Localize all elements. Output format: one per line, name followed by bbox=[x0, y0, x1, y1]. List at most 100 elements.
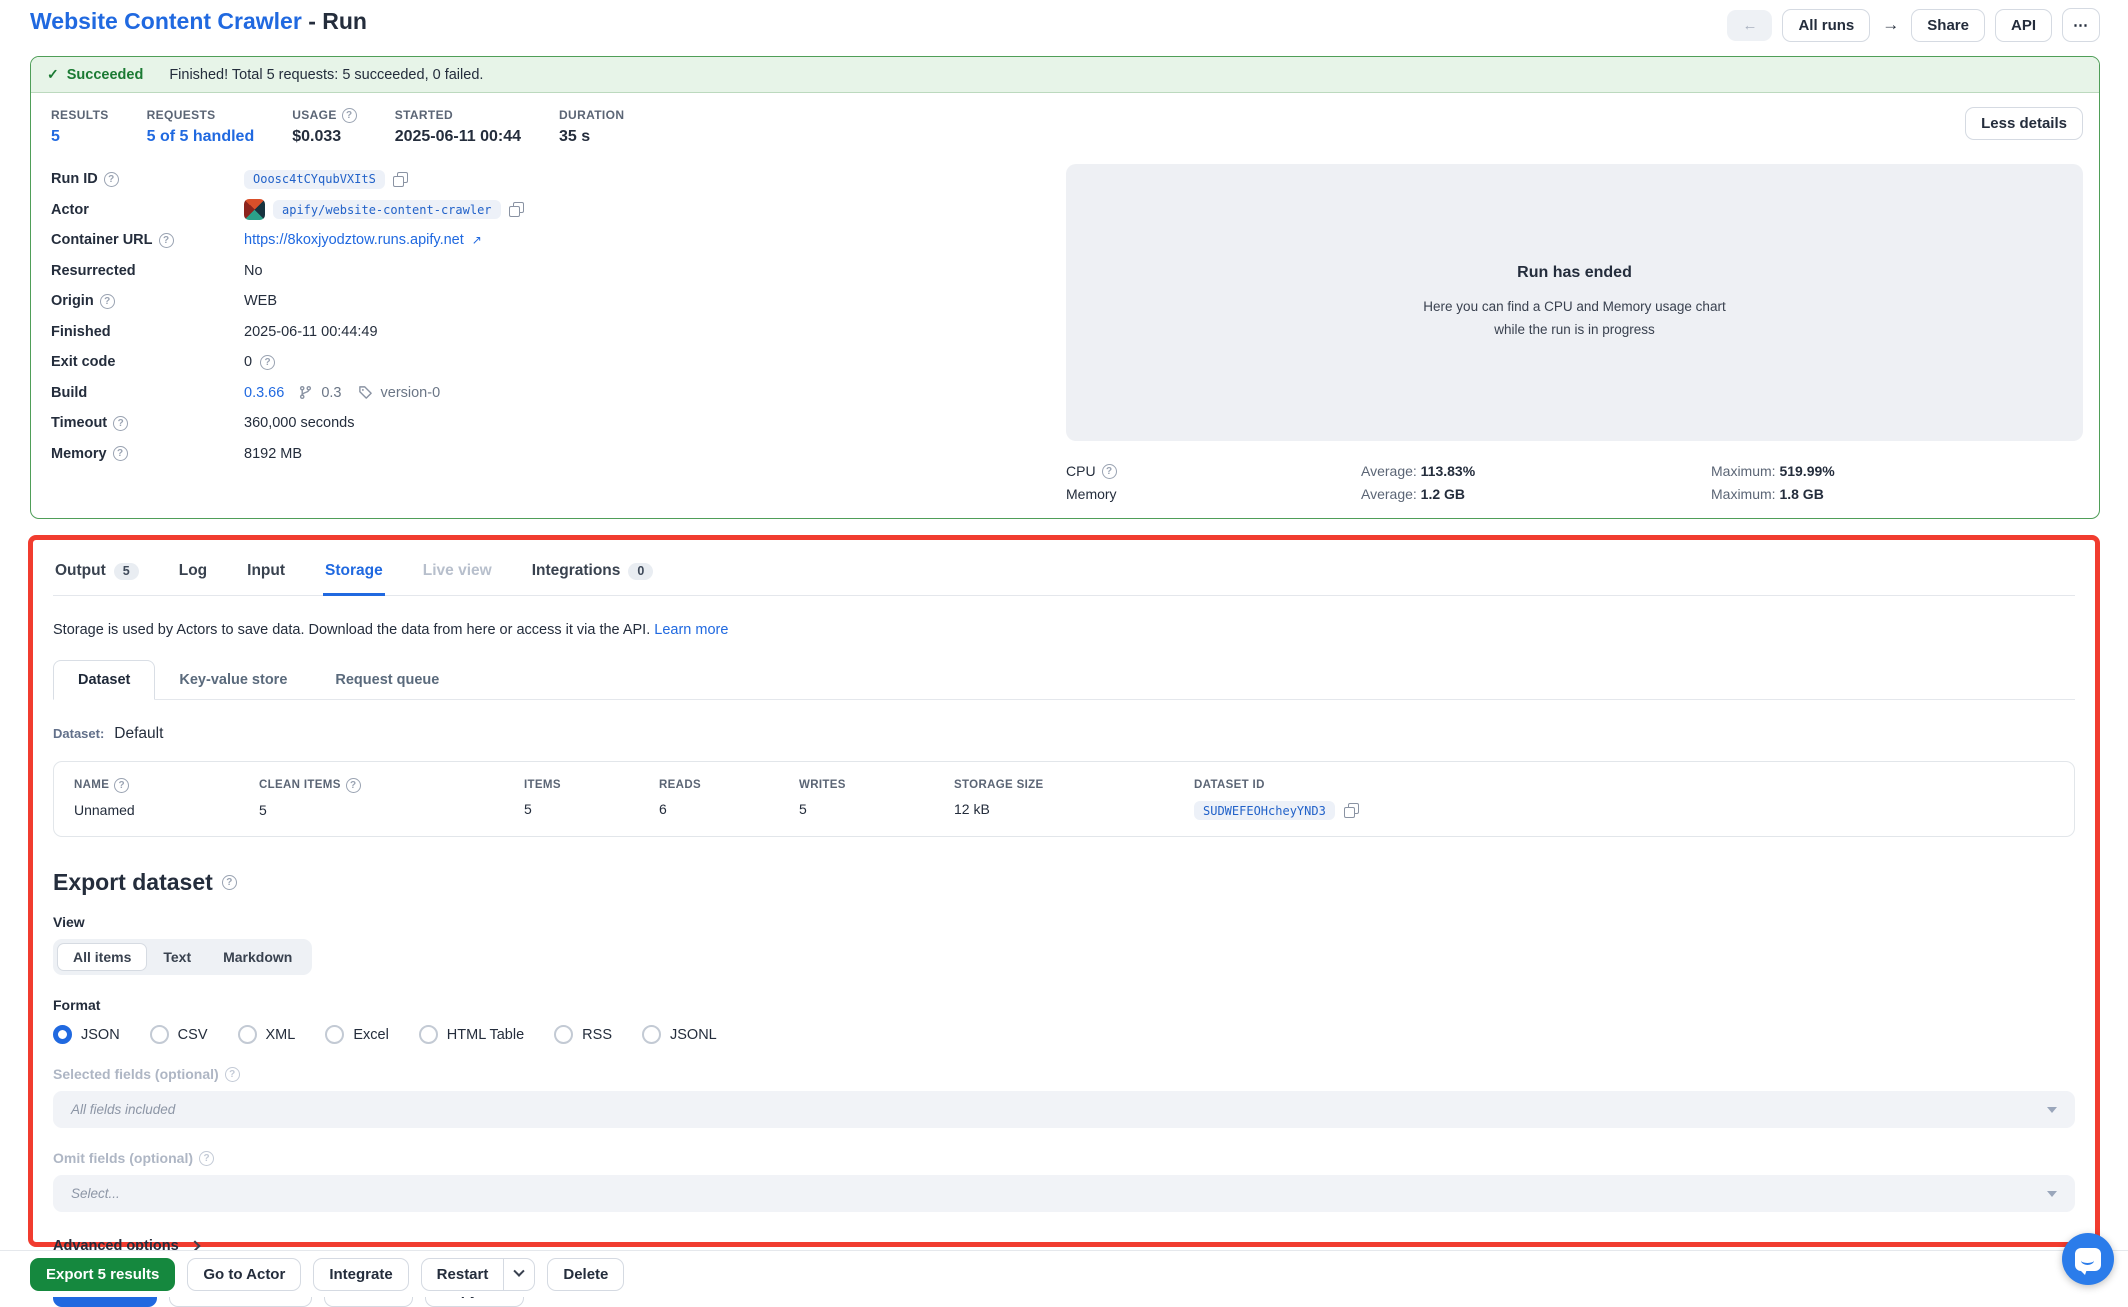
selected-fields-select[interactable]: All fields included bbox=[53, 1091, 2075, 1128]
view-label: View bbox=[53, 914, 2075, 930]
copy-icon[interactable] bbox=[1344, 803, 1359, 818]
help-icon[interactable] bbox=[346, 778, 361, 793]
help-icon[interactable] bbox=[113, 446, 128, 461]
restart-dropdown-button[interactable] bbox=[504, 1258, 535, 1291]
radio-checked-icon bbox=[53, 1025, 72, 1044]
status-message: Finished! Total 5 requests: 5 succeeded,… bbox=[169, 67, 483, 83]
chevron-down-icon bbox=[514, 1266, 525, 1277]
subtab-dataset[interactable]: Dataset bbox=[53, 660, 155, 700]
less-details-button[interactable]: Less details bbox=[1965, 107, 2083, 140]
format-radio-jsonl[interactable]: JSONL bbox=[642, 1025, 717, 1044]
help-icon[interactable] bbox=[222, 875, 237, 890]
omit-fields-select[interactable]: Select... bbox=[53, 1175, 2075, 1212]
view-option-text[interactable]: Text bbox=[147, 943, 207, 971]
tag-icon bbox=[358, 385, 373, 400]
chart-placeholder-line2: while the run is in progress bbox=[1494, 322, 1655, 337]
export-results-button[interactable]: Export 5 results bbox=[30, 1258, 175, 1291]
copy-icon[interactable] bbox=[509, 202, 524, 217]
help-icon[interactable] bbox=[1102, 464, 1117, 479]
chevron-down-icon bbox=[2047, 1191, 2057, 1197]
integrations-count-badge: 0 bbox=[628, 563, 653, 580]
help-icon[interactable] bbox=[199, 1151, 214, 1166]
share-button[interactable]: Share bbox=[1911, 9, 1985, 42]
detail-row-actor: Actor apify/website-content-crawler bbox=[51, 195, 1066, 226]
requests-value-link[interactable]: 5 of 5 handled bbox=[147, 128, 255, 146]
dataset-stat-writes: WRITES 5 bbox=[799, 776, 954, 820]
tab-output[interactable]: Output 5 bbox=[53, 556, 141, 596]
tab-log[interactable]: Log bbox=[177, 556, 209, 596]
format-radio-html-table[interactable]: HTML Table bbox=[419, 1025, 524, 1044]
subtab-key-value-store[interactable]: Key-value store bbox=[155, 661, 311, 699]
help-icon[interactable] bbox=[113, 416, 128, 431]
copy-icon[interactable] bbox=[393, 172, 408, 187]
view-option-all-items[interactable]: All items bbox=[57, 943, 147, 971]
detail-row-origin: Origin WEB bbox=[51, 286, 1066, 317]
run-stats-row: RESULTS 5 REQUESTS 5 of 5 handled USAGE … bbox=[51, 107, 2083, 146]
format-radio-group: JSON CSV XML Excel HTML Table RSS JSONL bbox=[53, 1025, 2075, 1044]
build-tag: version-0 bbox=[381, 385, 441, 401]
help-icon[interactable] bbox=[114, 778, 129, 793]
status-badge: ✓ Succeeded bbox=[47, 66, 143, 83]
subtab-request-queue[interactable]: Request queue bbox=[311, 661, 463, 699]
selected-fields-label: Selected fields (optional) bbox=[53, 1066, 2075, 1082]
dataset-name: Default bbox=[114, 725, 163, 743]
cpu-maximum-value: 519.99% bbox=[1779, 463, 1834, 479]
restart-split-button: Restart bbox=[421, 1258, 536, 1291]
api-button[interactable]: API bbox=[1995, 9, 2052, 42]
tab-input[interactable]: Input bbox=[245, 556, 287, 596]
radio-icon bbox=[150, 1025, 169, 1044]
tab-integrations[interactable]: Integrations 0 bbox=[530, 556, 656, 596]
detail-row-run-id: Run ID Ooosc4tCYqubVXItS bbox=[51, 164, 1066, 195]
run-id-chip[interactable]: Ooosc4tCYqubVXItS bbox=[244, 170, 385, 189]
actor-title-link[interactable]: Website Content Crawler bbox=[30, 8, 302, 34]
go-to-actor-button[interactable]: Go to Actor bbox=[187, 1258, 301, 1291]
learn-more-link[interactable]: Learn more bbox=[654, 622, 728, 638]
format-radio-rss[interactable]: RSS bbox=[554, 1025, 612, 1044]
actor-logo-icon bbox=[244, 199, 265, 220]
container-url-link[interactable]: https://8koxjyodztow.runs.apify.net bbox=[244, 232, 464, 248]
format-radio-csv[interactable]: CSV bbox=[150, 1025, 208, 1044]
view-segmented-control: All items Text Markdown bbox=[53, 939, 312, 975]
page-title: Website Content Crawler - Run bbox=[30, 8, 367, 35]
detail-row-build: Build 0.3.66 0.3 bbox=[51, 378, 1066, 409]
next-run-button[interactable]: → bbox=[1880, 8, 1901, 42]
chevron-down-icon bbox=[2047, 1107, 2057, 1113]
view-option-markdown[interactable]: Markdown bbox=[207, 943, 308, 971]
radio-icon bbox=[642, 1025, 661, 1044]
chat-widget-button[interactable] bbox=[2062, 1233, 2114, 1285]
build-version-link[interactable]: 0.3.66 bbox=[244, 385, 284, 401]
radio-icon bbox=[554, 1025, 573, 1044]
run-details-list: Run ID Ooosc4tCYqubVXItS Actor apify/web… bbox=[51, 164, 1066, 502]
help-icon[interactable] bbox=[225, 1067, 240, 1082]
help-icon[interactable] bbox=[100, 294, 115, 309]
more-options-button[interactable]: ⋯ bbox=[2062, 8, 2100, 42]
prev-run-button[interactable]: ← bbox=[1727, 10, 1772, 41]
dataset-id-chip[interactable]: SUDWEFEOHcheyYND3 bbox=[1194, 801, 1335, 820]
chat-bubble-icon bbox=[2075, 1248, 2101, 1271]
page-title-suffix: - Run bbox=[308, 8, 367, 34]
help-icon[interactable] bbox=[159, 233, 174, 248]
restart-button[interactable]: Restart bbox=[421, 1258, 505, 1291]
usage-chart-column: Run has ended Here you can find a CPU an… bbox=[1066, 164, 2083, 502]
dataset-stats-card: NAME Unnamed CLEAN ITEMS 5 ITEMS 5 READS… bbox=[53, 761, 2075, 837]
actor-chip[interactable]: apify/website-content-crawler bbox=[273, 200, 501, 219]
results-value-link[interactable]: 5 bbox=[51, 128, 109, 146]
help-icon[interactable] bbox=[104, 172, 119, 187]
header-actions: ← All runs → Share API ⋯ bbox=[1727, 8, 2100, 42]
format-label: Format bbox=[53, 997, 2075, 1013]
format-radio-xml[interactable]: XML bbox=[238, 1025, 296, 1044]
format-radio-json[interactable]: JSON bbox=[53, 1025, 120, 1044]
stat-usage: USAGE $0.033 bbox=[292, 107, 356, 146]
help-icon[interactable] bbox=[342, 108, 357, 123]
tab-storage[interactable]: Storage bbox=[323, 556, 385, 596]
detail-row-finished: Finished 2025-06-11 00:44:49 bbox=[51, 317, 1066, 348]
all-runs-button[interactable]: All runs bbox=[1782, 9, 1870, 42]
delete-button[interactable]: Delete bbox=[547, 1258, 624, 1291]
help-icon[interactable] bbox=[260, 355, 275, 370]
build-branch: 0.3 bbox=[321, 385, 341, 401]
chart-placeholder-line1: Here you can find a CPU and Memory usage… bbox=[1423, 299, 1725, 314]
format-radio-excel[interactable]: Excel bbox=[325, 1025, 388, 1044]
branch-icon bbox=[298, 385, 313, 400]
usage-stats: CPU Average: 113.83% Maximum: 519.99% Me… bbox=[1066, 463, 2083, 502]
integrate-button[interactable]: Integrate bbox=[313, 1258, 408, 1291]
